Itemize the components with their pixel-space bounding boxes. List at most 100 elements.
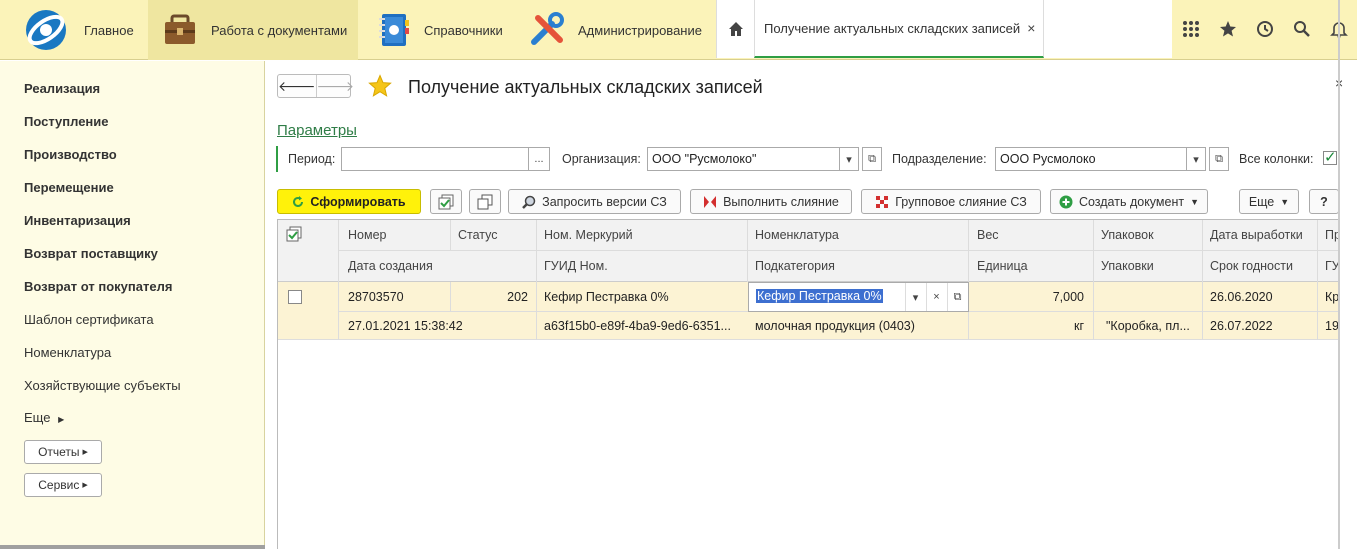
header-status[interactable]: Статус [458, 228, 498, 242]
create-document-button[interactable]: Создать документ ▼ [1050, 189, 1208, 214]
back-arrow-icon[interactable]: 🡐 [278, 75, 317, 97]
help-button[interactable]: ? [1309, 189, 1339, 214]
col-divider [450, 282, 451, 311]
sidebar-item-nomenclature[interactable]: Номенклатура [24, 345, 111, 360]
form-area: 🡐 🡒 Получение актуальных складских запис… [266, 61, 1357, 549]
header-created-date[interactable]: Дата создания [348, 259, 433, 273]
reports-button[interactable]: Отчеты ▶ [24, 440, 102, 464]
table-header: Номер Статус Ном. Меркурий Номенклатура … [278, 220, 1338, 282]
col-divider [338, 220, 339, 282]
triangle-right-icon: ▶ [82, 482, 88, 489]
header-mercury-nom[interactable]: Ном. Меркурий [544, 228, 633, 242]
history-icon[interactable] [1246, 0, 1283, 58]
header-production-date[interactable]: Дата выработки [1210, 228, 1303, 242]
header-subcategory[interactable]: Подкатегория [755, 259, 835, 273]
history-nav: 🡐 🡒 [277, 74, 354, 98]
select-all-checkbox-icon[interactable] [286, 226, 302, 242]
sidebar-item-return-customer[interactable]: Возврат от покупателя [24, 279, 172, 294]
select-all-button[interactable] [430, 189, 462, 214]
sidebar-item-production[interactable]: Производство [24, 147, 117, 162]
deselect-all-button[interactable] [469, 189, 501, 214]
organization-input[interactable]: ООО "Русмолоко" [647, 147, 840, 171]
all-columns-checkbox[interactable] [1323, 148, 1337, 166]
period-input[interactable] [341, 147, 529, 171]
header-guid[interactable]: ГУИД Ном. [544, 259, 608, 273]
section-documents-label: Работа с документами [211, 22, 348, 38]
reports-button-label: Отчеты [38, 445, 80, 459]
cell-subcategory: молочная продукция (0403) [755, 319, 915, 333]
sidebar-bottom-edge [0, 545, 265, 549]
col-divider [338, 282, 339, 340]
tab-close-icon[interactable]: × [1027, 20, 1035, 36]
all-columns-label: Все колонки: [1239, 152, 1314, 166]
col-divider [1317, 220, 1318, 282]
service-button-label: Сервис [38, 478, 80, 492]
sidebar-item-receipt[interactable]: Поступление [24, 114, 109, 129]
section-administration[interactable]: Администрирование [514, 0, 714, 60]
editor-dropdown-icon[interactable]: ▾ [905, 283, 925, 311]
header-packages-count[interactable]: Упаковок [1101, 228, 1154, 242]
tab-current-document-label: Получение актуальных складских записей [764, 20, 1021, 36]
apps-grid-icon[interactable] [1172, 0, 1209, 58]
section-documents[interactable]: Работа с документами [148, 0, 358, 60]
organization-open-icon[interactable]: ⧉ [862, 147, 882, 171]
header-weight[interactable]: Вес [977, 228, 999, 242]
department-input[interactable]: ООО Русмолоко [995, 147, 1187, 171]
favorite-star-icon[interactable] [368, 74, 392, 98]
search-icon[interactable] [1283, 0, 1320, 58]
nomenclature-cell-editor[interactable]: Кефир Пестравка 0% ▾ × ⧉ [748, 282, 969, 312]
cell-unit: кг [1073, 319, 1084, 333]
header-packaging[interactable]: Упаковки [1101, 259, 1154, 273]
parameters-link[interactable]: Параметры [277, 122, 357, 139]
organization-dropdown-icon[interactable]: ▾ [839, 147, 859, 171]
sidebar-item-transfer[interactable]: Перемещение [24, 180, 114, 195]
header-nomenclature[interactable]: Номенклатура [755, 228, 839, 242]
header-extra-bottom[interactable]: ГУ [1325, 259, 1338, 273]
row-checkbox[interactable] [288, 290, 302, 304]
cell-extra-top: Кр [1325, 290, 1339, 304]
merge-button[interactable]: Выполнить слияние [690, 189, 852, 214]
col-divider [536, 220, 537, 282]
section-administration-label: Администрирование [578, 22, 702, 38]
header-unit[interactable]: Единица [977, 259, 1028, 273]
sidebar-more[interactable]: Еще ▶ [24, 410, 64, 425]
col-divider [1202, 282, 1203, 340]
more-button[interactable]: Еще ▼ [1239, 189, 1299, 214]
cell-created-date: 27.01.2021 15:38:42 [348, 319, 463, 333]
col-divider [1317, 282, 1318, 340]
sidebar-item-sales[interactable]: Реализация [24, 81, 100, 96]
header-extra-top[interactable]: Пр [1325, 228, 1338, 242]
group-merge-button[interactable]: Групповое слияние СЗ [861, 189, 1041, 214]
editor-open-icon[interactable]: ⧉ [947, 283, 967, 311]
triangle-right-icon: ▶ [82, 449, 88, 456]
service-button[interactable]: Сервис ▶ [24, 473, 102, 497]
nomenclature-editor-value[interactable]: Кефир Пестравка 0% [756, 289, 883, 303]
forward-arrow-icon[interactable]: 🡒 [317, 75, 355, 97]
sidebar-item-business-entities[interactable]: Хозяйствующие субъекты [24, 378, 181, 393]
merge-icon [703, 195, 717, 209]
department-dropdown-icon[interactable]: ▾ [1186, 147, 1206, 171]
period-select-button[interactable]: ... [528, 147, 550, 171]
parameters-group-marker [276, 146, 278, 172]
header-number[interactable]: Номер [348, 228, 386, 242]
window-right-edge [1338, 0, 1340, 549]
tools-icon [531, 12, 564, 45]
request-versions-button[interactable]: Запросить версии СЗ [508, 189, 681, 214]
sidebar-item-certificate-template[interactable]: Шаблон сертификата [24, 312, 154, 327]
editor-clear-icon[interactable]: × [926, 283, 946, 311]
section-references-label: Справочники [424, 22, 503, 38]
sidebar-item-return-supplier[interactable]: Возврат поставщику [24, 246, 158, 261]
department-open-icon[interactable]: ⧉ [1209, 147, 1229, 171]
tab-current-document[interactable]: Получение актуальных складских записей × [754, 0, 1044, 58]
header-expiry-date[interactable]: Срок годности [1210, 259, 1293, 273]
section-references[interactable]: Справочники [358, 0, 514, 60]
sidebar-item-inventory[interactable]: Инвентаризация [24, 213, 131, 228]
top-section-bar: Главное Работа с документами Справочники… [0, 0, 1357, 60]
col-divider [450, 220, 451, 251]
home-tab[interactable] [716, 0, 754, 58]
favorites-star-icon[interactable] [1209, 0, 1246, 58]
generate-button-label: Сформировать [310, 194, 406, 209]
section-main[interactable]: Главное [0, 0, 148, 60]
generate-button[interactable]: Сформировать [277, 189, 421, 214]
refresh-icon [292, 195, 304, 208]
